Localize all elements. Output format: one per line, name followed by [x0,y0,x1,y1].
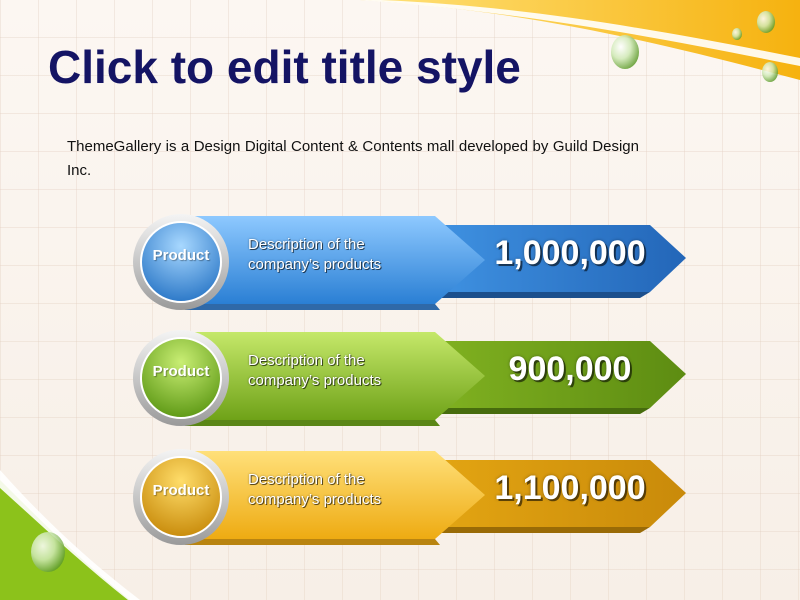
product-row: Product Description of the company’s pro… [0,326,800,426]
product-badge: Product [152,247,210,264]
product-description-line: Description of the [248,471,365,488]
product-description-line: company’s products [248,491,382,508]
product-value: 1,000,000 [494,234,646,272]
product-row: Product Description of the company’s pro… [0,210,800,310]
product-description: Description of the company’s products [248,351,448,391]
product-badge: Product [152,363,210,380]
product-description-line: Description of the [248,352,365,369]
product-description: Description of the company’s products [248,470,448,510]
page-title[interactable]: Click to edit title style [48,40,521,94]
water-drop-icon [732,28,742,40]
water-drop-icon [611,35,639,69]
product-value: 900,000 [508,350,632,388]
product-row: Product Description of the company’s pro… [0,445,800,545]
product-description-line: Description of the [248,236,365,253]
product-value: 1,100,000 [494,469,646,507]
product-badge: Product [152,482,210,499]
intro-text: ThemeGallery is a Design Digital Content… [67,138,639,179]
product-description-line: company’s products [248,256,382,273]
water-drop-icon [757,11,775,33]
product-description-line: company’s products [248,372,382,389]
product-description: Description of the company’s products [248,235,448,275]
water-drop-icon [762,62,778,82]
